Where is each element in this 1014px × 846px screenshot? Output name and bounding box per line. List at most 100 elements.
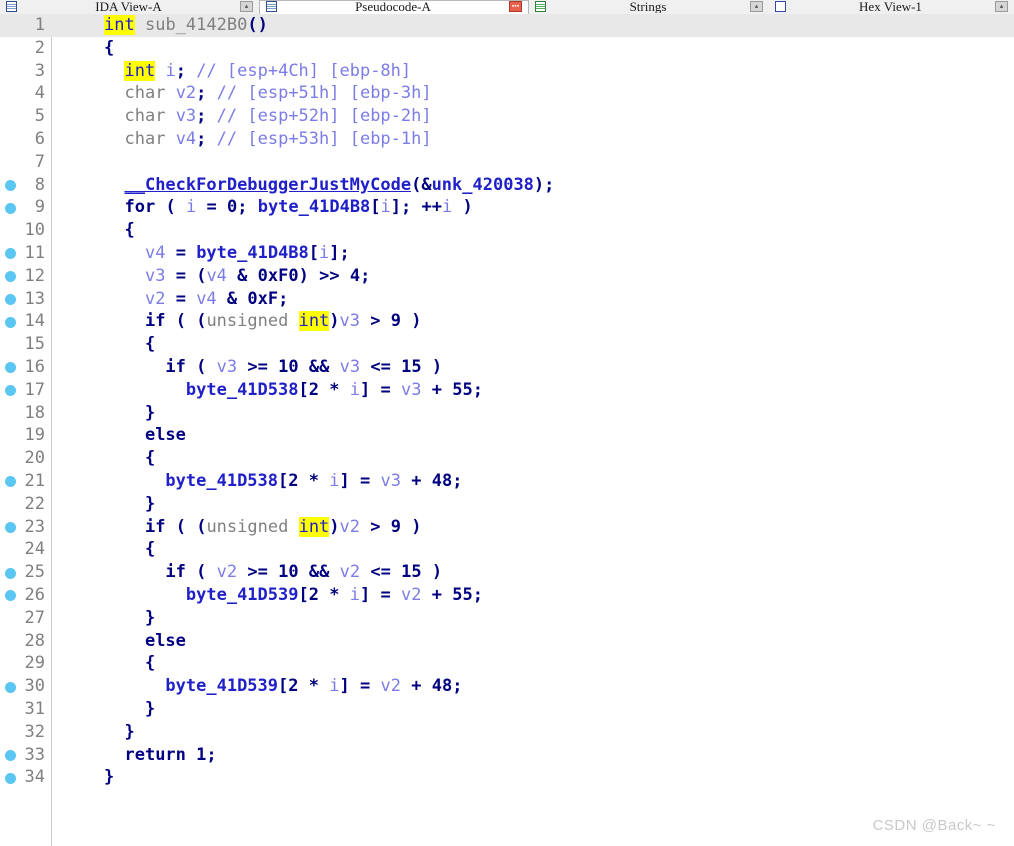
gutter-row[interactable]: 1 bbox=[0, 14, 51, 37]
code-line[interactable]: if ( (unsigned int)v3 > 9 ) bbox=[52, 310, 1014, 333]
gutter-row[interactable]: 30 bbox=[0, 675, 51, 698]
gutter-row[interactable]: 29 bbox=[0, 652, 51, 675]
gutter-row[interactable]: 26 bbox=[0, 584, 51, 607]
gutter-row[interactable]: 11 bbox=[0, 242, 51, 265]
line-number: 19 bbox=[24, 425, 45, 446]
code-line[interactable]: __CheckForDebuggerJustMyCode(&unk_420038… bbox=[52, 174, 1014, 197]
tab-strings[interactable]: Strings ▴ bbox=[529, 0, 769, 14]
code-line[interactable]: } bbox=[52, 607, 1014, 630]
gutter-row[interactable]: 34 bbox=[0, 766, 51, 789]
code-line[interactable]: byte_41D539[2 * i] = v2 + 55; bbox=[52, 584, 1014, 607]
gutter-row[interactable]: 6 bbox=[0, 128, 51, 151]
tab-hex-view-1[interactable]: Hex View-1 ▴ bbox=[769, 0, 1014, 14]
gutter-row[interactable]: 9 bbox=[0, 196, 51, 219]
line-number: 3 bbox=[34, 60, 45, 81]
code-line[interactable]: } bbox=[52, 766, 1014, 789]
code-line[interactable]: if ( v2 >= 10 && v2 <= 15 ) bbox=[52, 561, 1014, 584]
gutter-row[interactable]: 8 bbox=[0, 174, 51, 197]
code-line-text: if ( (unsigned int)v3 > 9 ) bbox=[144, 311, 422, 332]
line-number: 1 bbox=[34, 15, 45, 35]
code-line-text: } bbox=[144, 607, 156, 628]
code-line[interactable]: byte_41D538[2 * i] = v3 + 55; bbox=[52, 379, 1014, 402]
code-line[interactable]: else bbox=[52, 630, 1014, 653]
code-line[interactable]: char v3; // [esp+52h] [ebp-2h] bbox=[52, 105, 1014, 128]
watermark: CSDN @Back~ ~ bbox=[872, 817, 996, 834]
code-line[interactable]: { bbox=[52, 447, 1014, 470]
code-line[interactable]: v3 = (v4 & 0xF0) >> 4; bbox=[52, 265, 1014, 288]
editor-code-area[interactable]: int sub_4142B0(){ int i; // [esp+4Ch] [e… bbox=[0, 14, 1014, 846]
tab-pseudocode-a[interactable]: Pseudocode-A ▪▪▪ bbox=[259, 0, 529, 14]
code-line[interactable]: byte_41D538[2 * i] = v3 + 48; bbox=[52, 470, 1014, 493]
code-line[interactable]: else bbox=[52, 424, 1014, 447]
line-number: 26 bbox=[24, 584, 45, 605]
tab-ida-view-a[interactable]: IDA View-A ▴ bbox=[0, 0, 259, 14]
line-number: 6 bbox=[34, 128, 45, 149]
line-number: 30 bbox=[24, 676, 45, 697]
gutter-row[interactable]: 32 bbox=[0, 721, 51, 744]
code-line[interactable]: { bbox=[52, 219, 1014, 242]
maximize-icon[interactable]: ▴ bbox=[750, 0, 763, 12]
gutter-row[interactable]: 19 bbox=[0, 424, 51, 447]
code-line-text: byte_41D539[2 * i] = v2 + 48; bbox=[165, 676, 463, 697]
gutter-row[interactable]: 13 bbox=[0, 288, 51, 311]
code-line[interactable]: v2 = v4 & 0xF; bbox=[52, 288, 1014, 311]
code-line-text: } bbox=[144, 493, 156, 514]
gutter-row[interactable]: 16 bbox=[0, 356, 51, 379]
line-number: 27 bbox=[24, 607, 45, 628]
gutter-row[interactable]: 4 bbox=[0, 82, 51, 105]
line-number: 21 bbox=[24, 470, 45, 491]
gutter-row[interactable]: 27 bbox=[0, 607, 51, 630]
line-number: 5 bbox=[34, 106, 45, 127]
editor-gutter[interactable]: 1 2 3 4 5 6 7 8 9 10 11 12 13 14 15 16 17 18 19 20 21 22 23 24 2… bbox=[0, 14, 52, 846]
gutter-row[interactable]: 21 bbox=[0, 470, 51, 493]
document-icon bbox=[266, 1, 277, 12]
code-line[interactable]: return 1; bbox=[52, 744, 1014, 767]
code-line-text: } bbox=[124, 721, 135, 742]
code-line[interactable]: } bbox=[52, 402, 1014, 425]
code-line[interactable]: v4 = byte_41D4B8[i]; bbox=[52, 242, 1014, 265]
code-line[interactable]: { bbox=[52, 652, 1014, 675]
gutter-row[interactable]: 12 bbox=[0, 265, 51, 288]
gutter-row[interactable]: 3 bbox=[0, 60, 51, 83]
code-line[interactable]: } bbox=[52, 698, 1014, 721]
maximize-icon[interactable]: ▴ bbox=[240, 0, 253, 12]
code-line[interactable]: char v4; // [esp+53h] [ebp-1h] bbox=[52, 128, 1014, 151]
line-number: 23 bbox=[24, 516, 45, 537]
gutter-row[interactable]: 23 bbox=[0, 516, 51, 539]
gutter-row[interactable]: 7 bbox=[0, 151, 51, 174]
code-line[interactable]: { bbox=[52, 37, 1014, 60]
code-line[interactable]: } bbox=[52, 493, 1014, 516]
code-line[interactable] bbox=[52, 151, 1014, 174]
gutter-row[interactable]: 31 bbox=[0, 698, 51, 721]
gutter-row[interactable]: 14 bbox=[0, 310, 51, 333]
gutter-row[interactable]: 18 bbox=[0, 402, 51, 425]
maximize-icon[interactable]: ▴ bbox=[995, 0, 1008, 12]
gutter-row[interactable]: 15 bbox=[0, 333, 51, 356]
gutter-row[interactable]: 5 bbox=[0, 105, 51, 128]
code-line[interactable]: if ( v3 >= 10 && v3 <= 15 ) bbox=[52, 356, 1014, 379]
gutter-row[interactable]: 17 bbox=[0, 379, 51, 402]
gutter-row[interactable]: 33 bbox=[0, 744, 51, 767]
gutter-row[interactable]: 25 bbox=[0, 561, 51, 584]
code-line-text: v2 = v4 & 0xF; bbox=[144, 288, 289, 309]
gutter-row[interactable]: 24 bbox=[0, 538, 51, 561]
pseudocode-editor[interactable]: 1 2 3 4 5 6 7 8 9 10 11 12 13 14 15 16 17 18 19 20 21 22 23 24 2… bbox=[0, 14, 1014, 846]
code-line[interactable]: for ( i = 0; byte_41D4B8[i]; ++i ) bbox=[52, 196, 1014, 219]
gutter-row[interactable]: 28 bbox=[0, 630, 51, 653]
gutter-row[interactable]: 2 bbox=[0, 37, 51, 60]
gutter-row[interactable]: 10 bbox=[0, 219, 51, 242]
line-number: 32 bbox=[24, 721, 45, 742]
code-line[interactable]: int sub_4142B0() bbox=[0, 14, 1014, 37]
code-line[interactable]: char v2; // [esp+51h] [ebp-3h] bbox=[52, 82, 1014, 105]
line-number: 7 bbox=[34, 151, 45, 172]
code-line-text: int sub_4142B0() bbox=[104, 15, 268, 35]
gutter-row[interactable]: 22 bbox=[0, 493, 51, 516]
code-line[interactable]: } bbox=[52, 721, 1014, 744]
gutter-row[interactable]: 20 bbox=[0, 447, 51, 470]
code-line[interactable]: { bbox=[52, 538, 1014, 561]
code-line[interactable]: byte_41D539[2 * i] = v2 + 48; bbox=[52, 675, 1014, 698]
code-line[interactable]: if ( (unsigned int)v2 > 9 ) bbox=[52, 516, 1014, 539]
close-icon[interactable]: ▪▪▪ bbox=[509, 1, 522, 12]
code-line[interactable]: { bbox=[52, 333, 1014, 356]
code-line[interactable]: int i; // [esp+4Ch] [ebp-8h] bbox=[52, 60, 1014, 83]
